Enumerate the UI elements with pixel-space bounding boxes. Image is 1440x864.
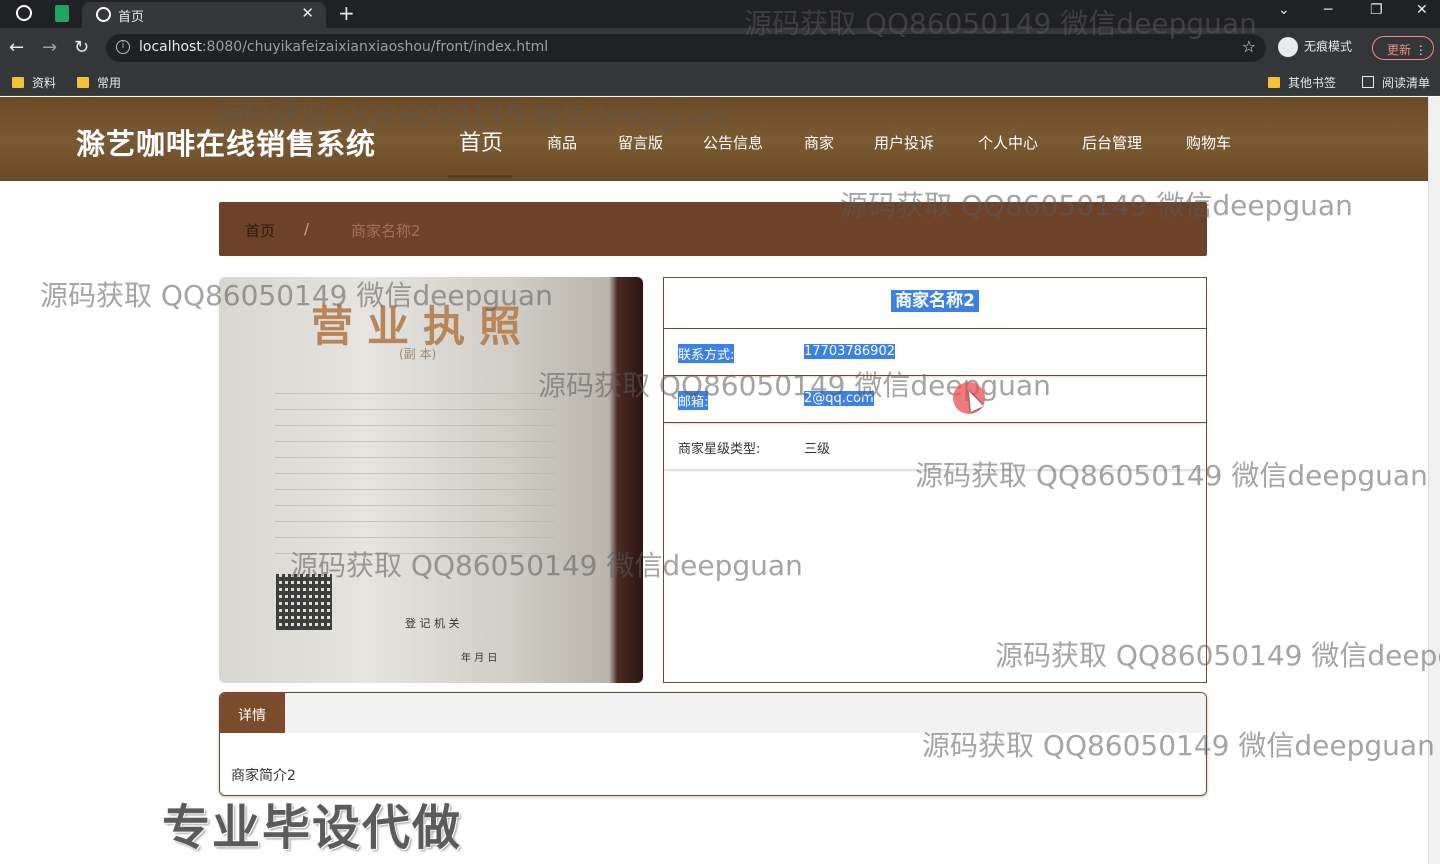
license-date: 年 月 日 [461,653,498,664]
business-license-image: 营业执照 (副 本) 登 记 机 关 年 月 日 [219,277,643,683]
reading-list[interactable]: 阅读清单 [1362,74,1430,91]
breadcrumb-separator: / [304,220,310,238]
nav-cart[interactable]: 购物车 [1186,132,1231,153]
license-text-lines [275,385,555,561]
nav-announcements[interactable]: 公告信息 [703,132,763,153]
new-tab-button[interactable]: + [338,1,355,25]
url-field[interactable]: i localhost:8080/chuyikafeizaixianxiaosh… [106,34,1266,62]
merchant-name: 商家名称2 [664,286,1206,312]
globe-icon [96,7,111,22]
folder-icon [77,77,89,88]
breadcrumb-home[interactable]: 首页 [245,220,275,241]
info-value: 三级 [804,442,831,457]
info-label: 联系方式: [678,344,735,363]
info-label: 商家星级类型: [678,442,761,457]
url-text[interactable]: localhost:8080/chuyikafeizaixianxiaoshou… [139,39,548,55]
info-row-email: 邮箱: 2@qq.com [664,375,1206,422]
nav-personal-center[interactable]: 个人中心 [978,132,1038,153]
bookmarks-bar: 资料 常用 其他书签 阅读清单 [0,68,1440,96]
reading-list-icon [1362,76,1374,88]
merchant-info-panel: 商家名称2 联系方式: 17703786902 邮箱: 2@qq.com 商家星… [663,277,1207,683]
info-value: 17703786902 [804,344,895,359]
update-button[interactable]: 更新 ⋮ [1372,36,1434,60]
browser-tab-bar: 首页 ✕ + ⌄ ─ ❐ ✕ [0,0,1440,28]
address-bar: ← → ↻ i localhost:8080/chuyikafeizaixian… [0,28,1440,68]
close-window-button[interactable]: ✕ [1416,2,1428,18]
nav-merchants[interactable]: 商家 [804,132,834,153]
breadcrumb-current: 商家名称2 [351,222,421,240]
nav-message-board[interactable]: 留言版 [618,132,663,153]
folder-icon [12,77,24,88]
page-scrollbar[interactable] [1428,97,1440,864]
close-icon[interactable]: ✕ [301,4,314,22]
info-icon[interactable]: i [116,40,130,54]
folder-icon [1268,77,1280,88]
star-icon[interactable]: ☆ [1242,37,1256,56]
bookmark-folder[interactable]: 常用 [77,74,121,91]
incognito-icon [1278,37,1298,57]
nav-products[interactable]: 商品 [547,132,577,153]
browser-tab-active[interactable]: 首页 ✕ [82,2,326,28]
site-title: 滁艺咖啡在线销售系统 [76,127,377,161]
nav-active-indicator [448,175,512,178]
spreadsheet-tab-icon[interactable] [55,5,69,22]
details-tab-bar: 详情 [220,693,1206,733]
details-panel: 详情 商家简介2 [219,692,1207,796]
globe-icon[interactable] [16,5,32,21]
breadcrumb: 首页 / 商家名称2 [219,202,1207,256]
info-label: 邮箱: [678,391,709,410]
info-value: 2@qq.com [804,391,874,406]
restore-button[interactable]: ❐ [1370,2,1383,18]
other-bookmarks[interactable]: 其他书签 [1268,74,1336,91]
forward-button[interactable]: → [42,37,57,58]
info-row-contact: 联系方式: 17703786902 [664,328,1206,375]
nav-admin[interactable]: 后台管理 [1082,132,1142,153]
bookmark-folder[interactable]: 资料 [12,74,56,91]
chevron-down-icon[interactable]: ⌄ [1278,2,1290,18]
qr-code [276,574,332,630]
reload-button[interactable]: ↻ [74,37,89,58]
minimize-button[interactable]: ─ [1324,2,1332,18]
promo-banner: 专业毕设代做 [162,800,463,856]
back-button[interactable]: ← [9,37,24,58]
tab-details[interactable]: 详情 [220,693,285,733]
license-authority: 登 记 机 关 [405,617,460,630]
merchant-description: 商家简介2 [231,768,296,784]
license-subtitle: (副 本) [399,347,437,361]
info-row-star-level: 商家星级类型: 三级 [664,422,1206,469]
site-header: 滁艺咖啡在线销售系统 首页 商品 留言版 公告信息 商家 用户投诉 个人中心 后… [0,97,1428,181]
nav-complaints[interactable]: 用户投诉 [874,132,934,153]
nav-home[interactable]: 首页 [459,125,503,157]
incognito-indicator[interactable]: 无痕模式 [1278,37,1352,57]
tab-title: 首页 [118,10,145,25]
